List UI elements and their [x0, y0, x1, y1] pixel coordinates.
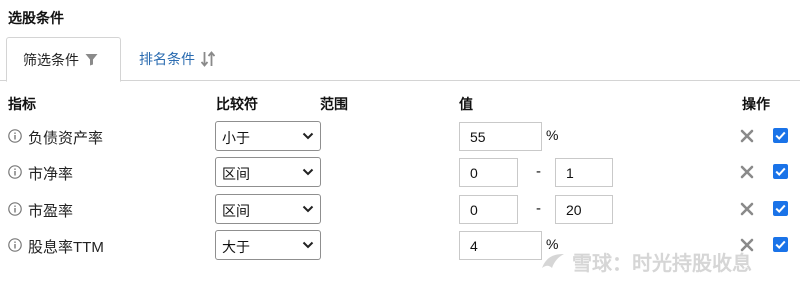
comparator-select[interactable]: 大于 [215, 230, 321, 260]
delete-icon[interactable] [740, 202, 754, 216]
max-input[interactable]: 20 [555, 195, 613, 224]
indicator-label: 市净率 [28, 166, 74, 183]
delete-icon[interactable] [740, 129, 754, 143]
chevron-down-icon [302, 205, 314, 213]
comparator-value: 区间 [222, 203, 250, 219]
comparator-select[interactable]: 小于 [215, 121, 321, 151]
tab-ranking-conditions[interactable]: 排名条件 [139, 37, 215, 81]
chevron-down-icon [302, 241, 314, 249]
header-value: 值 [459, 96, 473, 112]
comparator-value: 区间 [222, 166, 250, 182]
snowball-logo-icon [542, 253, 564, 268]
max-input[interactable]: 1 [555, 158, 613, 187]
header-range: 范围 [320, 96, 348, 112]
unit-label: % [546, 127, 559, 143]
header-comparator: 比较符 [216, 96, 258, 112]
enable-checkbox[interactable] [773, 164, 788, 179]
condition-row: 负债资产率 小于 55 % [0, 121, 800, 151]
header-action: 操作 [742, 96, 770, 112]
min-input[interactable]: 0 [459, 195, 518, 224]
delete-icon[interactable] [740, 165, 754, 179]
comparator-value: 小于 [222, 130, 250, 146]
tab-label: 排名条件 [139, 51, 195, 67]
filter-icon [85, 53, 98, 66]
indicator-label: 市盈率 [28, 203, 74, 220]
info-icon[interactable] [8, 202, 22, 216]
range-separator: - [536, 200, 541, 217]
condition-row: 市净率 区间 0 - 1 [0, 157, 800, 187]
indicator-label: 负债资产率 [28, 130, 104, 147]
enable-checkbox[interactable] [773, 201, 788, 216]
tab-bar: 筛选条件 排名条件 [0, 37, 800, 82]
enable-checkbox[interactable] [773, 237, 788, 252]
info-icon[interactable] [8, 165, 22, 179]
value-input[interactable]: 55 [459, 122, 542, 151]
chevron-down-icon [302, 132, 314, 140]
panel-title: 选股条件 [8, 10, 64, 26]
watermark-text: 雪球：时光持股收息 [572, 253, 752, 275]
range-separator: - [536, 163, 541, 180]
header-indicator: 指标 [8, 96, 36, 112]
comparator-value: 大于 [222, 239, 250, 255]
sort-icon [201, 51, 215, 67]
chevron-down-icon [302, 168, 314, 176]
indicator-label: 股息率TTM [28, 239, 104, 256]
tab-label: 筛选条件 [23, 51, 79, 68]
tab-filter-conditions[interactable]: 筛选条件 [6, 37, 121, 82]
condition-row: 市盈率 区间 0 - 20 [0, 194, 800, 224]
comparator-select[interactable]: 区间 [215, 194, 321, 224]
watermark: 雪球：时光持股收息 [540, 247, 752, 276]
enable-checkbox[interactable] [773, 128, 788, 143]
info-icon[interactable] [8, 129, 22, 143]
info-icon[interactable] [8, 238, 22, 252]
min-input[interactable]: 0 [459, 158, 518, 187]
comparator-select[interactable]: 区间 [215, 157, 321, 187]
value-input[interactable]: 4 [459, 231, 542, 260]
